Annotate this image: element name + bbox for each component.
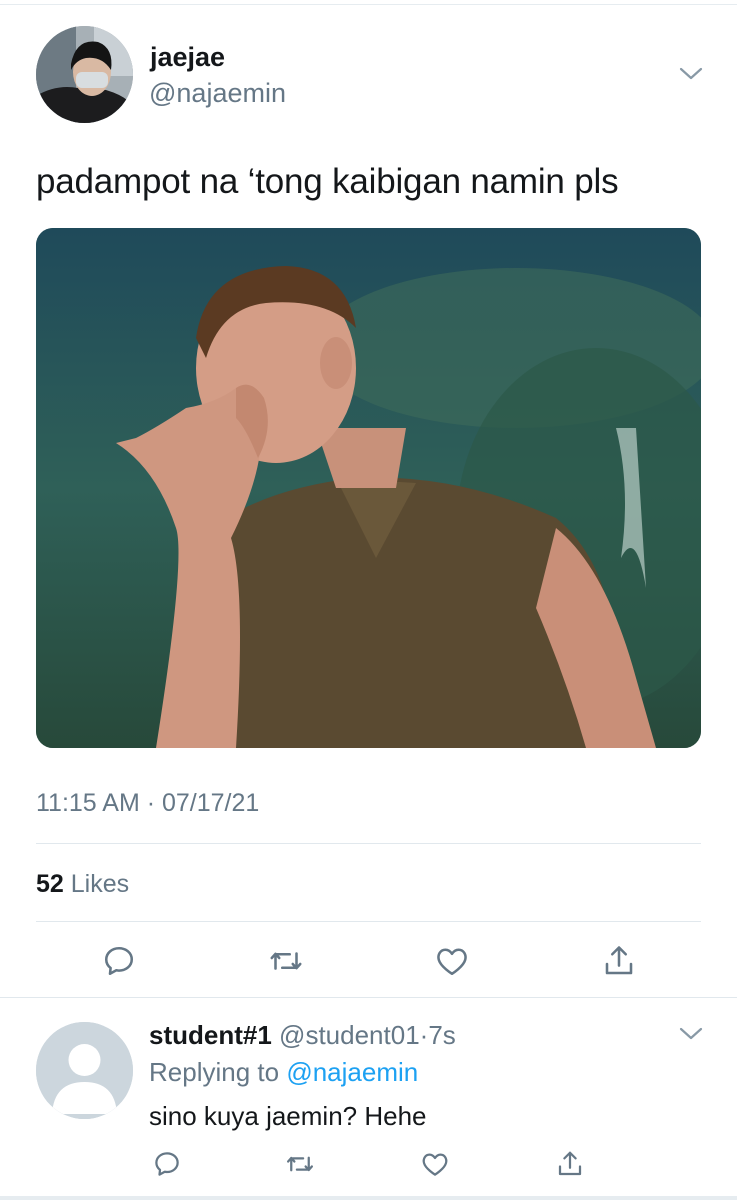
replying-mention[interactable]: @najaemin: [286, 1057, 418, 1087]
tweet-media[interactable]: [36, 228, 701, 748]
reply-display-name[interactable]: student#1: [149, 1020, 272, 1050]
display-name[interactable]: jaejae: [150, 40, 225, 74]
share-icon[interactable]: [555, 1149, 585, 1179]
thread-divider: [0, 997, 737, 998]
chevron-down-icon[interactable]: [678, 63, 704, 83]
retweet-icon[interactable]: [285, 1149, 315, 1179]
like-icon[interactable]: [434, 943, 470, 979]
like-icon[interactable]: [420, 1149, 450, 1179]
tweet-text: padampot na ‘tong kaibigan namin pls: [36, 162, 619, 201]
photo-image: [36, 228, 701, 748]
user-handle[interactable]: @najaemin: [149, 76, 286, 110]
likes-count: 52: [36, 870, 64, 898]
reply-age[interactable]: 7s: [428, 1020, 455, 1050]
top-divider: [0, 4, 737, 5]
likes-label: Likes: [63, 870, 130, 898]
retweet-icon[interactable]: [268, 943, 304, 979]
share-icon[interactable]: [601, 943, 637, 979]
avatar[interactable]: [36, 26, 133, 123]
chevron-down-icon[interactable]: [678, 1023, 704, 1043]
replying-prefix: Replying to: [149, 1057, 287, 1087]
tweet-timestamp[interactable]: 11:15 AM · 07/17/21: [36, 787, 259, 819]
reply-icon[interactable]: [101, 943, 137, 979]
reply-avatar[interactable]: [36, 1022, 133, 1119]
reply-text: sino kuya jaemin? Hehe: [149, 1101, 427, 1131]
avatar-photo: [36, 26, 133, 123]
reply-header: student#1 @student01·7s: [149, 1018, 456, 1052]
default-avatar-icon: [36, 1022, 133, 1119]
replying-to: Replying to @najaemin: [149, 1055, 418, 1089]
divider: [36, 843, 701, 844]
bottom-divider: [0, 1196, 737, 1200]
likes-stat[interactable]: 52 Likes: [36, 868, 129, 900]
reply-handle[interactable]: @student01: [279, 1020, 420, 1050]
divider: [36, 921, 701, 922]
reply-icon[interactable]: [152, 1149, 182, 1179]
